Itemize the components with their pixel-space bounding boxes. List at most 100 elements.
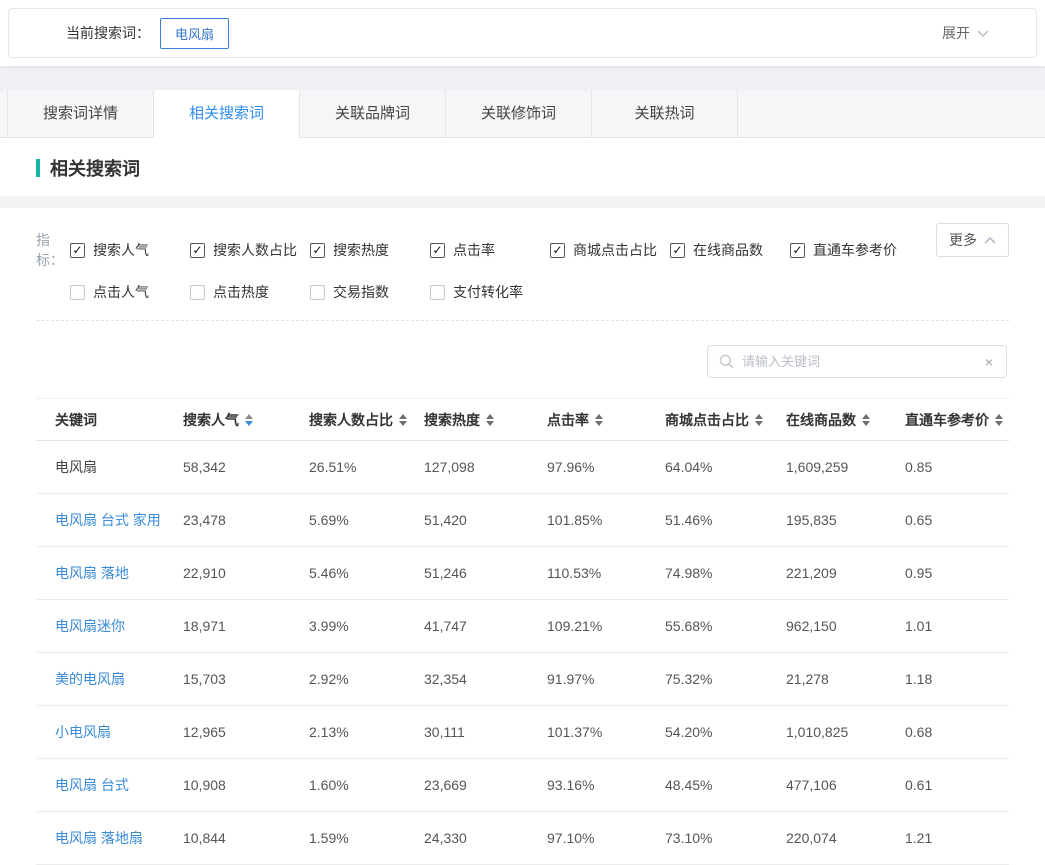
metric-checkbox-item[interactable]: ✓ 点击率 xyxy=(430,240,550,260)
sort-icon[interactable] xyxy=(399,414,407,426)
tab-related-modifier-terms[interactable]: 关联修饰词 xyxy=(446,90,592,137)
keyword-link[interactable]: 美的电风扇 xyxy=(55,671,125,687)
sort-icon[interactable] xyxy=(995,414,1003,426)
column-header-search-user-ratio[interactable]: 搜索人数占比 xyxy=(309,410,424,430)
section-title: 相关搜索词 xyxy=(50,155,140,181)
table-row: 小电风扇 12,965 2.13% 30,111 101.37% 54.20% … xyxy=(36,706,1009,759)
column-header-label: 点击率 xyxy=(547,410,589,430)
metric-cell: 12,965 xyxy=(183,724,309,740)
section-divider-band xyxy=(0,196,1045,208)
checkbox-checked[interactable]: ✓ xyxy=(70,243,85,258)
metric-cell: 51.46% xyxy=(665,512,786,528)
keyword-link[interactable]: 电风扇 台式 xyxy=(55,777,129,793)
metric-checkbox-item[interactable]: ✓ 搜索热度 xyxy=(310,240,430,260)
column-header-label: 关键词 xyxy=(55,410,97,430)
checkbox-unchecked[interactable] xyxy=(310,285,325,300)
metric-cell: 10,908 xyxy=(183,777,309,793)
tab-related-search-terms[interactable]: 相关搜索词 xyxy=(154,90,300,138)
expand-label: 展开 xyxy=(942,23,970,43)
keyword-search-box[interactable]: × xyxy=(707,345,1007,378)
checkbox-unchecked[interactable] xyxy=(190,285,205,300)
keyword-text: 电风扇 xyxy=(55,459,97,475)
sort-icon[interactable] xyxy=(595,414,603,426)
top-band: 当前搜索词： 电风扇 展开 xyxy=(0,0,1045,66)
checkbox-checked[interactable]: ✓ xyxy=(430,243,445,258)
metric-cell: 22,910 xyxy=(183,565,309,581)
metrics-filter-panel: 指标： ✓ 搜索人气 ✓ 搜索人数占比 ✓ 搜索热度 ✓ 点击率 ✓ 商城点击占… xyxy=(36,208,1009,321)
metric-cell: 1.59% xyxy=(309,830,424,846)
expand-toggle[interactable]: 展开 xyxy=(942,23,989,43)
table-row: 电风扇 台式 家用 23,478 5.69% 51,420 101.85% 51… xyxy=(36,494,1009,547)
check-icon: ✓ xyxy=(72,244,82,256)
metric-cell: 1,010,825 xyxy=(786,724,905,740)
chevron-down-icon xyxy=(977,30,989,37)
tab-related-hot-terms[interactable]: 关联热词 xyxy=(592,90,738,137)
metric-checkbox-item[interactable]: 交易指数 xyxy=(310,282,430,302)
metric-cell: 127,098 xyxy=(424,459,547,475)
metric-cell: 0.61 xyxy=(905,777,1009,793)
metric-checkbox-item[interactable]: 支付转化率 xyxy=(430,282,550,302)
metric-checkbox-item[interactable]: ✓ 直通车参考价 xyxy=(790,240,897,260)
metric-cell: 101.85% xyxy=(547,512,665,528)
checkbox-checked[interactable]: ✓ xyxy=(550,243,565,258)
metrics-row-2: 点击人气 点击热度 交易指数 支付转化率 xyxy=(70,282,1009,302)
metric-cell: 221,209 xyxy=(786,565,905,581)
checkbox-checked[interactable]: ✓ xyxy=(190,243,205,258)
more-button[interactable]: 更多 xyxy=(936,223,1009,257)
table-row: 美的电风扇 15,703 2.92% 32,354 91.97% 75.32% … xyxy=(36,653,1009,706)
column-header-label: 搜索热度 xyxy=(424,410,480,430)
metric-cell: 74.98% xyxy=(665,565,786,581)
checkbox-unchecked[interactable] xyxy=(430,285,445,300)
metric-cell: 91.97% xyxy=(547,671,665,687)
tab-search-term-detail[interactable]: 搜索词详情 xyxy=(8,90,154,137)
checkbox-checked[interactable]: ✓ xyxy=(310,243,325,258)
sort-icon[interactable] xyxy=(486,414,494,426)
check-icon: ✓ xyxy=(792,244,802,256)
sort-icon[interactable] xyxy=(862,414,870,426)
check-icon: ✓ xyxy=(312,244,322,256)
checkbox-checked[interactable]: ✓ xyxy=(670,243,685,258)
keyword-search-input[interactable] xyxy=(742,354,983,369)
metric-checkbox-item[interactable]: ✓ 搜索人数占比 xyxy=(190,240,310,260)
checkbox-unchecked[interactable] xyxy=(70,285,85,300)
tab-bar: 搜索词详情 相关搜索词 关联品牌词 关联修饰词 关联热词 xyxy=(0,90,1045,138)
metric-cell: 109.21% xyxy=(547,618,665,634)
metric-cell: 195,835 xyxy=(786,512,905,528)
metric-cell: 55.68% xyxy=(665,618,786,634)
metric-cell: 0.65 xyxy=(905,512,1009,528)
metric-cell: 24,330 xyxy=(424,830,547,846)
keyword-link[interactable]: 电风扇 落地 xyxy=(55,565,129,581)
metric-cell: 97.96% xyxy=(547,459,665,475)
column-header-search-heat[interactable]: 搜索热度 xyxy=(424,410,547,430)
sort-icon[interactable] xyxy=(755,414,763,426)
metric-checkbox-item[interactable]: ✓ 在线商品数 xyxy=(670,240,790,260)
tab-related-brand-terms[interactable]: 关联品牌词 xyxy=(300,90,446,137)
metric-checkbox-item[interactable]: ✓ 商城点击占比 xyxy=(550,240,670,260)
current-keyword-tag[interactable]: 电风扇 xyxy=(160,18,229,49)
metric-cell: 477,106 xyxy=(786,777,905,793)
metric-cell: 15,703 xyxy=(183,671,309,687)
column-header-click-rate[interactable]: 点击率 xyxy=(547,410,665,430)
metric-cell: 23,478 xyxy=(183,512,309,528)
column-header-online-products[interactable]: 在线商品数 xyxy=(786,410,905,430)
metric-cell: 73.10% xyxy=(665,830,786,846)
keyword-link[interactable]: 电风扇 台式 家用 xyxy=(55,512,161,528)
metric-checkbox-item[interactable]: ✓ 搜索人气 xyxy=(70,240,190,260)
sort-icon[interactable] xyxy=(245,414,253,426)
column-header-mall-click-ratio[interactable]: 商城点击占比 xyxy=(665,410,786,430)
metric-cell: 2.13% xyxy=(309,724,424,740)
keyword-link[interactable]: 电风扇 落地扇 xyxy=(55,830,143,846)
metric-checkbox-item[interactable]: 点击人气 xyxy=(70,282,190,302)
table-header: 关键词 搜索人气 搜索人数占比 搜索热度 点击率 商城点击占比 xyxy=(36,398,1009,441)
metrics-label: 指标： xyxy=(36,230,70,270)
clear-search-icon[interactable]: × xyxy=(983,355,995,369)
metrics-row-1: 指标： ✓ 搜索人气 ✓ 搜索人数占比 ✓ 搜索热度 ✓ 点击率 ✓ 商城点击占… xyxy=(36,230,1009,270)
metric-checkbox-item[interactable]: 点击热度 xyxy=(190,282,310,302)
checkbox-checked[interactable]: ✓ xyxy=(790,243,805,258)
column-header-ppc-reference-price[interactable]: 直通车参考价 xyxy=(905,410,1009,430)
more-button-label: 更多 xyxy=(949,230,977,250)
column-header-search-popularity[interactable]: 搜索人气 xyxy=(183,410,309,430)
keyword-link[interactable]: 小电风扇 xyxy=(55,724,111,740)
metric-checkbox-label: 点击率 xyxy=(453,240,495,260)
keyword-link[interactable]: 电风扇迷你 xyxy=(55,618,125,634)
